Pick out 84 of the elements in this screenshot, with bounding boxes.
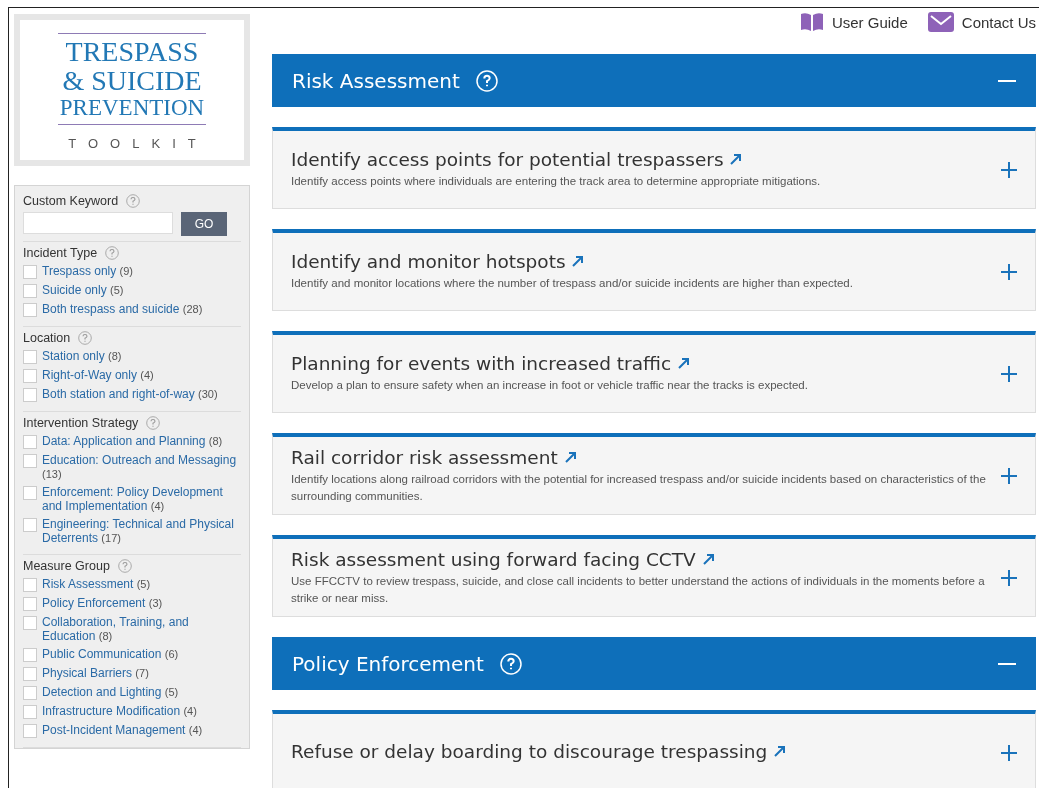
filter-option[interactable]: Both trespass and suicide (28) xyxy=(42,302,203,316)
filter-option[interactable]: Data: Application and Planning (8) xyxy=(42,434,223,448)
checkbox[interactable] xyxy=(23,388,37,402)
go-button[interactable]: GO xyxy=(181,212,227,236)
checkbox[interactable] xyxy=(23,435,37,449)
measure-card[interactable]: Refuse or delay boarding to discourage trespassing xyxy=(272,710,1036,788)
arrow-icon xyxy=(773,743,788,758)
filter-option[interactable]: Education: Outreach and Messaging (13) xyxy=(42,453,241,481)
checkbox[interactable] xyxy=(23,667,37,681)
checkbox[interactable] xyxy=(23,350,37,364)
filter-option[interactable]: Engineering: Technical and Physical Deterrents (17) xyxy=(42,517,241,545)
measure-description: Develop a plan to ensure safety when an increase in foot or vehicle traffic near the tracks is expected. xyxy=(291,378,809,393)
filter-option[interactable]: Collaboration, Training, and Education (8) xyxy=(42,615,241,643)
expand-icon[interactable] xyxy=(1001,161,1017,178)
measure-description: Use FFCCTV to review trespass, suicide, and close call incidents to better understand the actions of individuals in the moments before a strike or near miss. xyxy=(291,573,986,606)
checkbox[interactable] xyxy=(23,518,37,532)
checkbox[interactable] xyxy=(23,369,37,383)
filter-option[interactable]: Risk Assessment (5) xyxy=(42,577,151,591)
filter-option[interactable]: Both station and right-of-way (30) xyxy=(42,387,218,401)
keyword-input[interactable] xyxy=(23,212,173,234)
measure-description: Identify access points where individuals are entering the track area to determine appropriate mitigations. xyxy=(291,174,822,189)
expand-icon[interactable] xyxy=(1001,263,1017,280)
filter-option[interactable]: Physical Barriers (7) xyxy=(42,666,149,680)
logo-subtitle: TOOLKIT xyxy=(67,135,208,151)
filter-option[interactable]: Post-Incident Management (4) xyxy=(42,723,203,737)
filter-option[interactable]: Detection and Lighting (5) xyxy=(42,685,179,699)
arrow-icon xyxy=(563,449,578,464)
section-header[interactable]: Policy Enforcement xyxy=(272,637,1036,690)
arrow-icon xyxy=(729,152,744,166)
checkbox[interactable] xyxy=(23,486,37,500)
measure-description: Identify locations along railroad corridors with the potential for increased trespass and/or suicide incidents based on characteristics of the surrounding communities. xyxy=(291,471,987,504)
checkbox[interactable] xyxy=(23,454,37,468)
measure-description: Identify and monitor locations where the number of trespass and/or suicide incidents are higher than expected. xyxy=(291,276,854,291)
measure-card[interactable]: Identify access points for potential trespassers Identify access points where individuals are entering the track area to determine appropriate mitigations. xyxy=(272,127,1036,209)
checkbox[interactable] xyxy=(23,284,37,298)
logo-title-line: TRESPASS xyxy=(65,36,199,66)
measure-title[interactable]: Planning for events with increased traffic xyxy=(291,353,987,374)
checkbox[interactable] xyxy=(23,265,37,279)
measure-card[interactable]: Rail corridor risk assessment Identify locations along railroad corridors with the potential for increased trespass and/or suicide incidents based on characteristics of the surrounding communities. xyxy=(272,433,1036,515)
filter-option[interactable]: Enforcement: Policy Development and Implementation (4) xyxy=(42,485,241,513)
filter-heading: Incident Type xyxy=(23,246,98,260)
filter-option[interactable]: Public Communication (6) xyxy=(42,647,179,661)
checkbox[interactable] xyxy=(23,578,37,592)
measure-title[interactable]: Refuse or delay boarding to discourage trespassing xyxy=(291,740,987,762)
book-icon xyxy=(799,12,824,32)
filter-option[interactable]: Infrastructure Modification (4) xyxy=(42,704,197,718)
filter-option[interactable]: Station only (8) xyxy=(42,349,122,363)
filter-heading: Intervention Strategy xyxy=(23,416,139,430)
logo-title-line: & SUICIDE xyxy=(62,65,202,95)
section-header[interactable]: Risk Assessment xyxy=(272,54,1036,107)
header-link[interactable]: Contact Us xyxy=(927,12,1036,32)
expand-icon[interactable] xyxy=(1001,569,1017,586)
filter-option[interactable]: Trespass only (9) xyxy=(42,264,134,278)
measure-card[interactable]: Identify and monitor hotspots Identify and monitor locations where the number of trespass and/or suicide incidents are higher than expected. xyxy=(272,229,1036,311)
expand-icon[interactable] xyxy=(1001,744,1017,761)
arrow-icon xyxy=(676,356,691,370)
header-link[interactable]: User Guide xyxy=(799,12,908,32)
measure-card[interactable]: Planning for events with increased traffic Develop a plan to ensure safety when an increase in foot or vehicle traffic near the tracks is expected. xyxy=(272,331,1036,413)
section-title: Policy Enforcement xyxy=(292,651,484,676)
checkbox[interactable] xyxy=(23,686,37,700)
expand-icon[interactable] xyxy=(1001,467,1017,484)
envelope-icon xyxy=(927,12,954,32)
measure-title[interactable]: Risk assessment using forward facing CCTV xyxy=(291,548,987,570)
filter-heading: Measure Group xyxy=(23,559,110,573)
checkbox[interactable] xyxy=(23,616,37,630)
logo-title-line: PREVENTION xyxy=(59,94,205,121)
checkbox[interactable] xyxy=(23,597,37,611)
checkbox[interactable] xyxy=(23,705,37,719)
checkbox[interactable] xyxy=(23,303,37,317)
arrow-icon xyxy=(701,551,716,566)
filter-heading: Location xyxy=(23,331,71,345)
measure-title[interactable]: Identify and monitor hotspots xyxy=(291,251,987,272)
checkbox[interactable] xyxy=(23,648,37,662)
measure-title[interactable]: Rail corridor risk assessment xyxy=(291,446,987,468)
expand-icon[interactable] xyxy=(1001,365,1017,382)
arrow-icon xyxy=(571,254,586,268)
filter-option[interactable]: Policy Enforcement (3) xyxy=(42,596,163,610)
measure-card[interactable]: Risk assessment using forward facing CCTV Use FFCCTV to review trespass, suicide, and close call incidents to better understand the actions of individuals in the moments before a strike or near miss. xyxy=(272,535,1036,617)
filter-option[interactable]: Right-of-Way only (4) xyxy=(42,368,154,382)
filter-option[interactable]: Suicide only (5) xyxy=(42,283,124,297)
section-title: Risk Assessment xyxy=(292,68,460,93)
measure-title[interactable]: Identify access points for potential trespassers xyxy=(291,149,987,170)
checkbox[interactable] xyxy=(23,724,37,738)
filter-heading: Custom Keyword xyxy=(23,194,119,208)
